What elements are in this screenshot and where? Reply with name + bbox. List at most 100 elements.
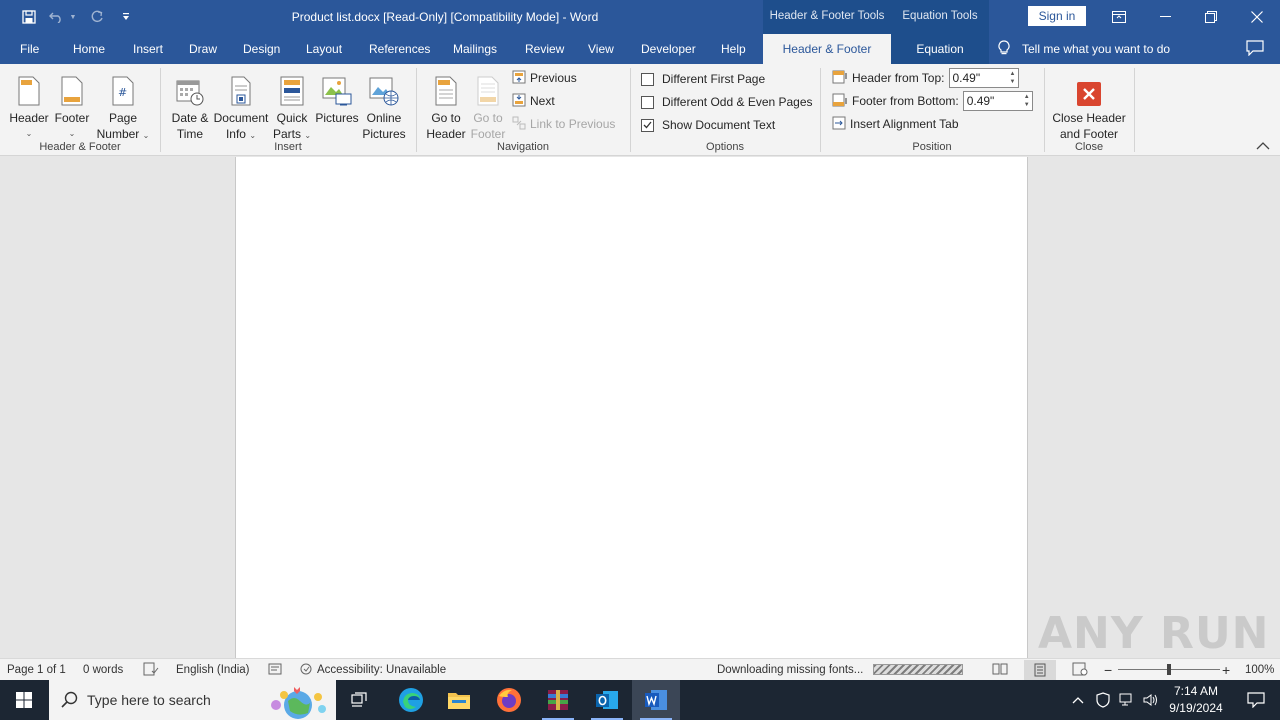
page-number-icon: # (94, 70, 152, 106)
page-number-button[interactable]: # Page Number ⌄ (94, 70, 152, 144)
outlook-icon[interactable] (583, 680, 631, 720)
date-time-label-1: Date & (171, 111, 209, 125)
winrar-icon[interactable] (534, 680, 582, 720)
taskbar-clock[interactable]: 7:14 AM 9/19/2024 (1166, 683, 1226, 717)
go-to-header-button[interactable]: Go to Header (424, 70, 468, 142)
page-number-label-2: Number (96, 127, 140, 141)
zoom-level[interactable]: 100% (1245, 659, 1274, 681)
volume-icon[interactable] (1139, 680, 1163, 720)
macro-recording-icon[interactable] (268, 662, 282, 678)
footer-button[interactable]: Footer ⌄ (52, 70, 92, 142)
print-layout-icon[interactable] (1024, 660, 1056, 680)
date-time-button[interactable]: Date & Time (168, 70, 212, 142)
different-first-page-label: Different First Page (662, 72, 766, 86)
header-button[interactable]: Header ⌄ (8, 70, 50, 142)
previous-button[interactable]: Previous (512, 68, 577, 88)
group-label-position: Position (912, 141, 952, 153)
quick-parts-button[interactable]: Quick Parts ⌄ (270, 70, 314, 144)
sign-in-button[interactable]: Sign in (1028, 6, 1086, 26)
network-icon[interactable] (1115, 680, 1139, 720)
checkbox-unchecked-icon (641, 72, 654, 86)
close-window-button[interactable] (1234, 0, 1280, 34)
tab-help[interactable]: Help (721, 34, 746, 64)
spin-arrows-icon[interactable]: ▲ ▼ (1024, 93, 1030, 109)
tab-header-footer[interactable]: Header & Footer (763, 34, 891, 64)
windows-start-button[interactable] (0, 680, 48, 720)
document-title: Product list.docx [Read-Only] [Compatibi… (291, 10, 599, 24)
tab-references[interactable]: References (369, 34, 430, 64)
link-to-previous-label: Link to Previous (530, 117, 616, 131)
tab-draw[interactable]: Draw (189, 34, 217, 64)
tell-me-search[interactable]: Tell me what you want to do (998, 34, 1170, 64)
calendar-icon (168, 70, 212, 106)
document-info-button[interactable]: Document Info ⌄ (212, 70, 270, 144)
tab-home[interactable]: Home (73, 34, 105, 64)
tab-layout[interactable]: Layout (306, 34, 342, 64)
tab-insert[interactable]: Insert (133, 34, 163, 64)
tab-file[interactable]: File (20, 34, 39, 64)
show-hidden-icons-icon[interactable] (1066, 680, 1090, 720)
zoom-out-button[interactable]: − (1104, 659, 1112, 681)
next-label: Next (530, 94, 555, 108)
accessibility-status[interactable]: Accessibility: Unavailable (317, 659, 446, 681)
comments-icon[interactable] (1246, 40, 1264, 59)
tab-design[interactable]: Design (243, 34, 280, 64)
checkbox-unchecked-icon (641, 95, 654, 109)
link-to-previous-button[interactable]: Link to Previous (512, 114, 615, 134)
go-to-footer-button[interactable]: Go to Footer (468, 70, 508, 142)
read-mode-icon[interactable] (992, 662, 1008, 678)
pictures-label: Pictures (315, 111, 359, 125)
close-header-footer-button[interactable]: Close Header and Footer (1050, 70, 1128, 142)
group-divider (1134, 68, 1135, 152)
zoom-in-button[interactable]: + (1222, 659, 1230, 681)
collapse-ribbon-icon[interactable] (1256, 140, 1270, 154)
minimize-button[interactable] (1142, 0, 1188, 34)
different-odd-even-checkbox[interactable]: Different Odd & Even Pages (641, 92, 813, 112)
taskbar-search-box[interactable]: Type here to search (49, 680, 336, 720)
word-icon[interactable] (632, 680, 680, 720)
tab-mailings[interactable]: Mailings (453, 34, 497, 64)
different-first-page-checkbox[interactable]: Different First Page (641, 69, 765, 89)
edge-browser-icon[interactable] (387, 680, 435, 720)
language-status[interactable]: English (India) (176, 659, 250, 681)
notifications-icon[interactable] (1232, 680, 1280, 720)
clock-date: 9/19/2024 (1169, 701, 1223, 715)
firefox-icon[interactable] (485, 680, 533, 720)
task-view-icon[interactable] (336, 680, 384, 720)
defender-tray-icon[interactable] (1092, 680, 1114, 720)
footer-position-icon (832, 93, 848, 110)
group-divider (630, 68, 631, 152)
show-document-text-checkbox[interactable]: Show Document Text (641, 115, 775, 135)
footer-from-bottom-input[interactable]: 0.49" ▲ ▼ (962, 91, 1033, 111)
restore-button[interactable] (1188, 0, 1234, 34)
document-page[interactable] (235, 157, 1028, 658)
header-from-top-input[interactable]: 0.49" ▲ ▼ (948, 68, 1019, 88)
header-position-icon (832, 70, 848, 87)
spin-arrows-icon[interactable]: ▲ ▼ (1010, 70, 1016, 86)
insert-alignment-tab-button[interactable]: Insert Alignment Tab (832, 114, 959, 134)
chevron-down-icon: ⌄ (304, 131, 312, 140)
search-placeholder: Type here to search (87, 692, 211, 708)
header-from-top-control: Header from Top: 0.49" ▲ ▼ (832, 68, 1019, 88)
page-count-status[interactable]: Page 1 of 1 (7, 659, 66, 681)
file-explorer-icon[interactable] (435, 680, 483, 720)
go-to-header-icon (424, 70, 468, 106)
chevron-down-icon: ⌄ (68, 129, 76, 138)
word-count-status[interactable]: 0 words (83, 659, 123, 681)
next-button[interactable]: Next (512, 91, 555, 111)
zoom-slider-thumb[interactable] (1167, 664, 1171, 675)
pictures-icon (314, 70, 360, 106)
proofing-icon[interactable] (143, 662, 159, 678)
pictures-button[interactable]: Pictures (314, 70, 360, 126)
ribbon-display-options-icon[interactable] (1096, 0, 1142, 34)
header-label: Header (9, 111, 49, 125)
tab-equation[interactable]: Equation (891, 34, 989, 64)
tab-view[interactable]: View (588, 34, 614, 64)
chevron-down-icon: ⌄ (249, 131, 257, 140)
tab-review[interactable]: Review (525, 34, 564, 64)
tab-developer[interactable]: Developer (641, 34, 696, 64)
group-divider (416, 68, 417, 152)
web-layout-icon[interactable] (1072, 662, 1088, 678)
quick-parts-icon (270, 70, 314, 106)
online-pictures-button[interactable]: Online Pictures (360, 70, 408, 142)
